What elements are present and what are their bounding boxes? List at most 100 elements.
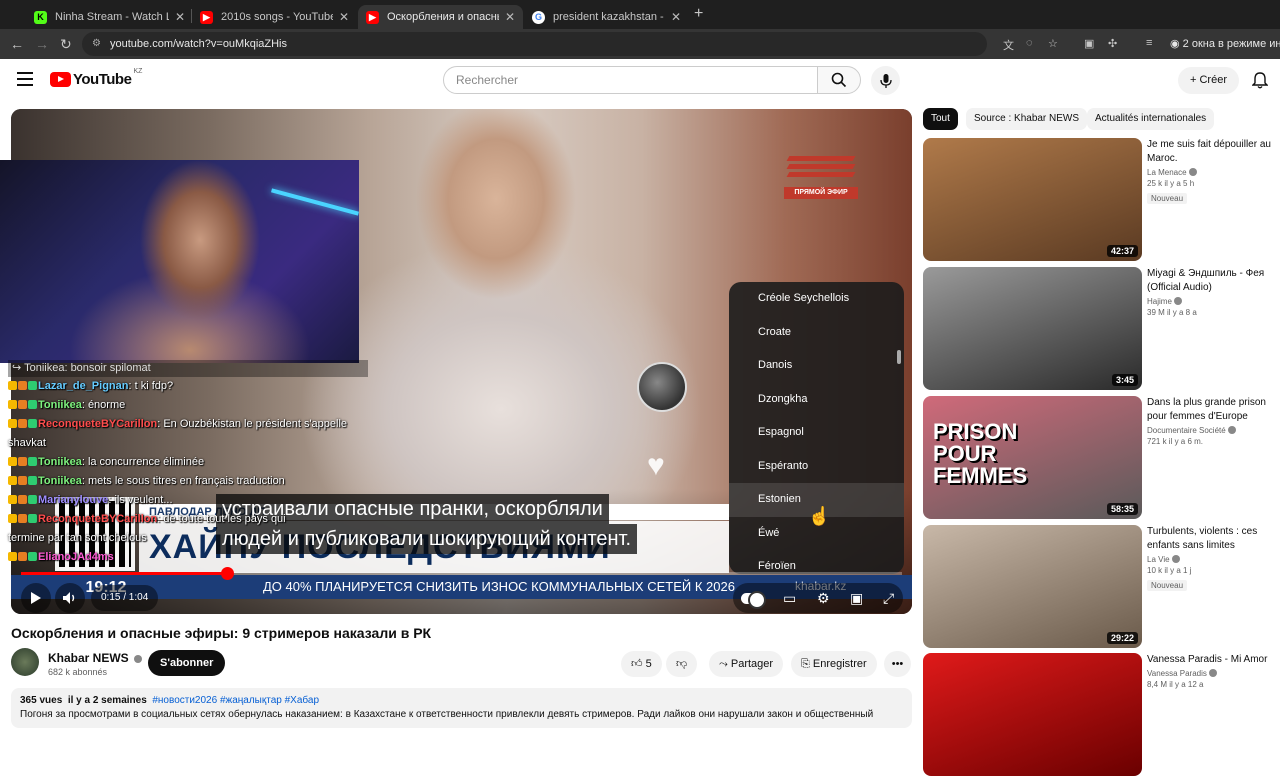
back-icon[interactable]: ← bbox=[10, 36, 24, 52]
extension-icon[interactable]: ▣ bbox=[1084, 37, 1094, 50]
close-tab-icon[interactable]: ✕ bbox=[339, 10, 349, 24]
chat-username: Toniikea bbox=[38, 456, 82, 468]
close-tab-icon[interactable]: ✕ bbox=[671, 10, 681, 24]
subtitles-cc-icon[interactable]: ▭ bbox=[783, 590, 796, 607]
live-broadcast-label: ПРЯМОЙ ЭФИР bbox=[784, 187, 858, 199]
notifications-bell-icon[interactable] bbox=[1252, 72, 1268, 89]
search-input[interactable]: Rechercher bbox=[443, 66, 818, 94]
video-thumbnail[interactable]: 29:22 bbox=[923, 525, 1142, 648]
chat-badge-icon bbox=[28, 381, 37, 390]
recommended-video-title[interactable]: Je me suis fait dépouiller au Maroc. bbox=[1147, 138, 1273, 166]
create-button[interactable]: + Créer bbox=[1178, 67, 1239, 94]
search-button[interactable] bbox=[817, 66, 861, 94]
progress-bar[interactable] bbox=[21, 567, 902, 580]
incognito-profile[interactable]: ◉ 2 окна в режиме инко bbox=[1170, 37, 1280, 50]
heart-icon: ♥ bbox=[647, 449, 665, 482]
recommended-channel[interactable]: Hajime bbox=[1147, 297, 1273, 306]
chat-username: ReconqueteBYCarillon bbox=[38, 513, 158, 525]
recommended-video-title[interactable]: Vanessa Paradis - Mi Amor bbox=[1147, 653, 1273, 667]
recommended-video-title[interactable]: Dans la plus grande prison pour femmes d… bbox=[1147, 396, 1273, 424]
recommended-channel[interactable]: La Vie bbox=[1147, 555, 1273, 564]
channel-name-text: Khabar NEWS bbox=[48, 651, 129, 665]
share-button[interactable]: ⤳ Partager bbox=[709, 651, 784, 677]
play-icon bbox=[31, 592, 41, 604]
menu-scrollbar[interactable] bbox=[897, 350, 901, 364]
country-code: KZ bbox=[133, 68, 143, 75]
hashtags[interactable]: #новости2026 #жаңалықтар #Хабар bbox=[152, 695, 319, 706]
chat-badge-icon bbox=[18, 514, 27, 523]
new-tab-button[interactable]: + bbox=[694, 5, 703, 23]
tab-ninha-stream[interactable]: K Ninha Stream - Watch Live on ✕ bbox=[26, 5, 193, 29]
chip-source[interactable]: Source : Khabar NEWS bbox=[966, 108, 1088, 130]
tab-president-kazakhstan[interactable]: G president kazakhstan - Recherc ✕ bbox=[524, 5, 689, 29]
site-info-icon[interactable]: ⚙ bbox=[92, 32, 101, 56]
chat-message: shavkat bbox=[8, 434, 368, 453]
settings-gear-icon[interactable]: ⚙ bbox=[817, 590, 830, 607]
recommended-channel[interactable]: Vanessa Paradis bbox=[1147, 669, 1273, 678]
reply-user: Toniikea bbox=[24, 362, 65, 374]
language-option[interactable]: Dzongkha bbox=[729, 383, 904, 417]
chat-badge-icon bbox=[8, 419, 17, 428]
recommended-video-title[interactable]: Miyagi & Эндшпиль - Фея (Official Audio) bbox=[1147, 267, 1273, 295]
save-button[interactable]: ⎘ Enregistrer bbox=[791, 651, 877, 677]
streamer-webcam bbox=[0, 160, 359, 363]
player-right-controls: ▭ ⚙ ▣ ⤢ bbox=[733, 583, 903, 613]
hamburger-menu-icon[interactable] bbox=[17, 72, 33, 86]
close-tab-icon[interactable]: ✕ bbox=[505, 10, 515, 24]
voice-search-button[interactable] bbox=[871, 66, 900, 95]
eye-off-icon[interactable]: ◌ bbox=[1026, 37, 1033, 49]
language-option[interactable]: Espagnol bbox=[729, 416, 904, 450]
language-option[interactable]: Créole Seychellois bbox=[729, 282, 904, 316]
more-actions-button[interactable]: ••• bbox=[884, 651, 911, 677]
like-count: 5 bbox=[645, 658, 652, 670]
video-thumbnail[interactable] bbox=[923, 653, 1142, 776]
reload-icon[interactable]: ↻ bbox=[60, 36, 72, 52]
tab-2010s-songs[interactable]: ▶ 2010s songs - YouTube ✕ bbox=[192, 5, 357, 29]
tab-title: Ninha Stream - Watch Live on bbox=[55, 11, 169, 23]
chat-message: Lazar_de_Pignan: t ki fdp? bbox=[8, 377, 368, 396]
play-button[interactable] bbox=[21, 583, 51, 613]
chip-all[interactable]: Tout bbox=[923, 108, 958, 130]
language-option[interactable]: Croate bbox=[729, 316, 904, 350]
language-option[interactable]: Espéranto bbox=[729, 450, 904, 484]
close-tab-icon[interactable]: ✕ bbox=[175, 10, 185, 24]
video-thumbnail[interactable]: 42:37 bbox=[923, 138, 1142, 261]
like-button[interactable]: 👍︎ 5 bbox=[621, 651, 662, 677]
puzzle-icon[interactable]: ✣ bbox=[1108, 37, 1117, 50]
channel-avatar[interactable] bbox=[11, 648, 39, 676]
youtube-logo[interactable]: YouTube KZ bbox=[50, 68, 143, 88]
description-box[interactable]: 365 vues il y a 2 semaines #новости2026 … bbox=[11, 688, 912, 728]
volume-button[interactable] bbox=[55, 583, 85, 613]
chip-international-news[interactable]: Actualités internationales bbox=[1087, 108, 1215, 130]
upload-date: il y a 2 semaines bbox=[67, 695, 147, 706]
translate-icon[interactable]: 文 bbox=[1003, 37, 1014, 53]
tab-title: Оскорбления и опасные эфир bbox=[387, 11, 499, 23]
chat-username: ElianoJAd4ms bbox=[38, 551, 114, 563]
video-info: Turbulents, violents : ces enfants sans … bbox=[1147, 525, 1273, 593]
subscribe-button[interactable]: S'abonner bbox=[148, 650, 226, 676]
subtitle-language-menu[interactable]: Créole Seychellois Croate Danois Dzongkha Es… bbox=[729, 282, 904, 574]
recommended-channel-name: Documentaire Société bbox=[1147, 426, 1226, 435]
fullscreen-icon[interactable]: ⤢ bbox=[883, 590, 894, 607]
forward-icon[interactable]: → bbox=[35, 36, 49, 52]
language-option[interactable]: Féroïen bbox=[729, 550, 904, 574]
tab-groups-icon[interactable]: ≡ bbox=[1146, 37, 1152, 49]
video-thumbnail[interactable]: 3:45 bbox=[923, 267, 1142, 390]
dislike-button[interactable]: 👎︎ bbox=[666, 651, 698, 677]
chat-badge-icon bbox=[28, 476, 37, 485]
language-option[interactable]: Danois bbox=[729, 349, 904, 383]
autoplay-toggle[interactable] bbox=[741, 591, 766, 609]
recommended-channel[interactable]: Documentaire Société bbox=[1147, 426, 1273, 435]
theater-mode-icon[interactable]: ▣ bbox=[850, 590, 863, 607]
tab-active-video[interactable]: ▶ Оскорбления и опасные эфир ✕ bbox=[358, 5, 523, 29]
chat-text: la concurrence éliminée bbox=[87, 456, 205, 468]
recommended-channel[interactable]: La Menace bbox=[1147, 168, 1273, 177]
streamer-avatar-overlay bbox=[637, 362, 687, 412]
chat-text: En Ouzbékistan le président s'appelle bbox=[163, 418, 348, 430]
bookmark-star-icon[interactable]: ☆ bbox=[1048, 37, 1058, 50]
recommended-video-title[interactable]: Turbulents, violents : ces enfants sans … bbox=[1147, 525, 1273, 553]
url-field[interactable]: ⚙ youtube.com/watch?v=ouMkqiaZHis bbox=[82, 32, 987, 56]
video-title: Оскорбления и опасные эфиры: 9 стримеров… bbox=[11, 625, 432, 641]
channel-name[interactable]: Khabar NEWS bbox=[48, 651, 143, 665]
video-thumbnail[interactable]: PRISON POUR FEMMES 58:35 bbox=[923, 396, 1142, 519]
